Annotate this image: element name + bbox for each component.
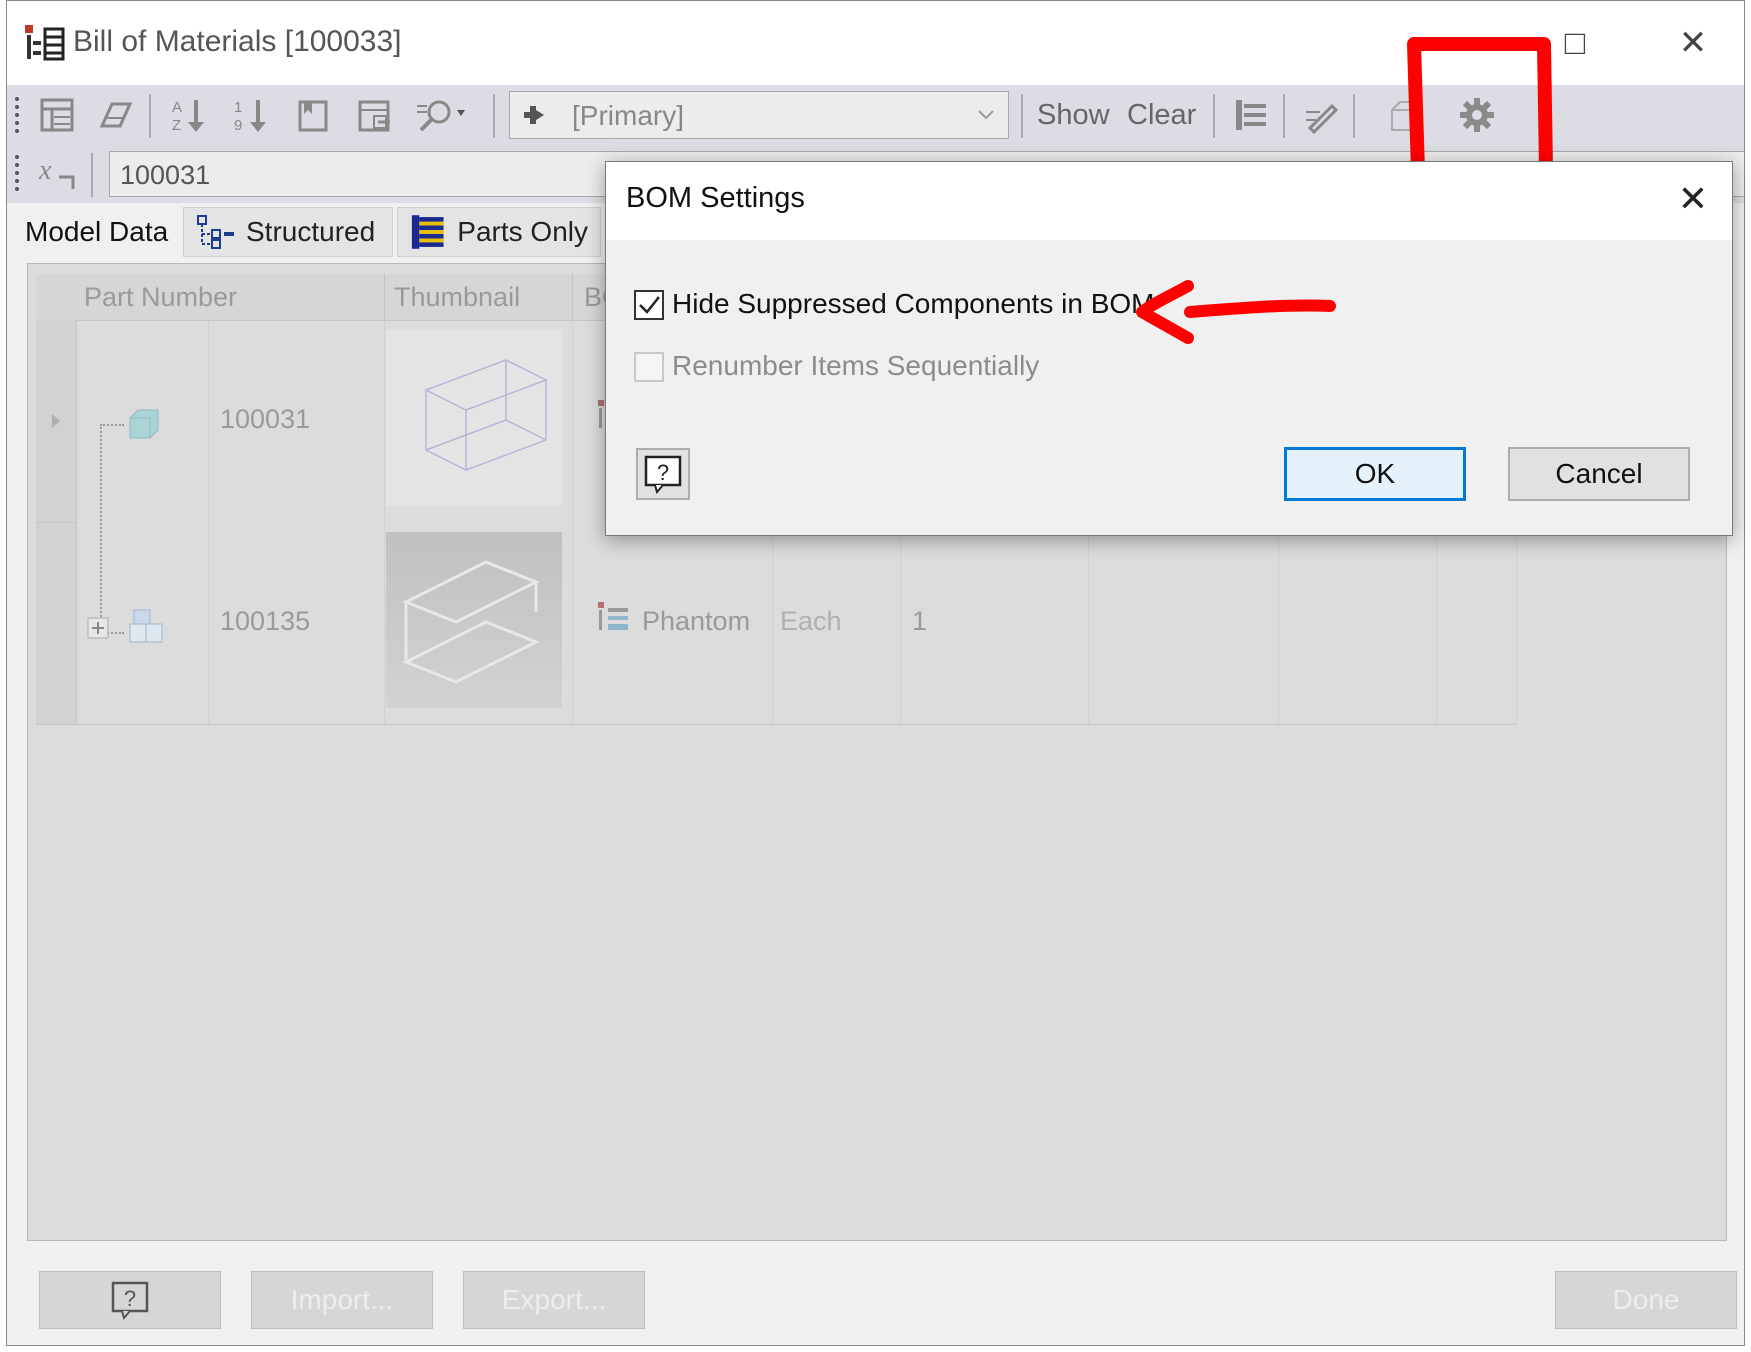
- dialog-title-bar: BOM Settings ✕: [606, 162, 1732, 240]
- close-button[interactable]: ✕: [1665, 21, 1721, 65]
- sort-descending-icon[interactable]: 19: [229, 93, 273, 137]
- qty-cell[interactable]: 1: [912, 606, 927, 637]
- bottom-bar: ? Import... Export... Done: [7, 1257, 1744, 1345]
- expand-plus-icon[interactable]: [86, 616, 110, 640]
- hide-suppressed-checkbox[interactable]: [634, 290, 664, 320]
- structured-tree-icon: [197, 215, 234, 249]
- bom-settings-dialog: BOM Settings ✕ Hide Suppressed Component…: [605, 161, 1733, 536]
- expression-value: 100031: [120, 160, 211, 190]
- toolbar-grip[interactable]: [15, 97, 23, 133]
- toolbar-separator: [1213, 94, 1215, 138]
- toolbar-separator: [493, 94, 495, 138]
- toolbar-separator: [1283, 94, 1285, 138]
- thumbnail-image: [386, 532, 562, 708]
- chevron-down-icon: [978, 110, 994, 120]
- svg-text:Z: Z: [172, 117, 181, 134]
- bookmark-icon[interactable]: [291, 93, 335, 137]
- dialog-title: BOM Settings: [626, 182, 805, 214]
- toolbar-separator: [91, 153, 93, 197]
- svg-text:A: A: [172, 99, 182, 116]
- unit-cell[interactable]: Each: [780, 606, 842, 637]
- bom-structure-cell[interactable]: Phantom: [642, 606, 750, 637]
- view-combo[interactable]: [Primary]: [509, 91, 1009, 139]
- column-divider: [772, 524, 773, 724]
- column-divider: [1436, 524, 1437, 724]
- toolbar-separator: [149, 94, 151, 138]
- column-header-thumbnail[interactable]: Thumbnail: [394, 274, 520, 320]
- parts-list-icon: [411, 215, 444, 249]
- dialog-help-button[interactable]: ?: [636, 448, 690, 500]
- help-button[interactable]: ?: [39, 1271, 221, 1329]
- tab-label: Model Data: [25, 216, 169, 247]
- tab-model-data[interactable]: Model Data: [13, 207, 179, 257]
- svg-text:9: 9: [234, 117, 242, 134]
- column-divider: [572, 320, 573, 724]
- window-title: Bill of Materials [100033]: [73, 25, 402, 58]
- tab-label: Structured: [246, 216, 376, 247]
- export-button[interactable]: Export...: [463, 1271, 645, 1329]
- column-header-part-number[interactable]: Part Number: [84, 274, 237, 320]
- done-button[interactable]: Done: [1555, 1271, 1737, 1329]
- column-divider: [1516, 524, 1517, 724]
- part-number-cell[interactable]: 100135: [220, 606, 310, 637]
- find-icon[interactable]: [411, 93, 475, 137]
- toolbar-grip[interactable]: [15, 155, 23, 191]
- eraser-icon[interactable]: [93, 93, 137, 137]
- row-expand-arrow-icon[interactable]: [50, 412, 62, 430]
- view-rep-icon: [524, 106, 544, 124]
- column-divider: [900, 524, 901, 724]
- tab-parts-only[interactable]: Parts Only: [397, 207, 601, 257]
- row-divider: [36, 724, 1516, 725]
- toolbar-separator: [1021, 94, 1023, 138]
- svg-text:?: ?: [124, 1286, 136, 1311]
- column-divider: [1278, 524, 1279, 724]
- tree-line: [100, 424, 124, 426]
- part-number-cell[interactable]: 100031: [220, 404, 310, 435]
- view-combo-value: [Primary]: [572, 100, 684, 131]
- checkmark-icon: [639, 296, 660, 314]
- toolbar-separator: [1353, 94, 1355, 138]
- sort-ascending-icon[interactable]: AZ: [167, 93, 211, 137]
- edit-icon[interactable]: [1299, 93, 1343, 137]
- column-divider: [384, 320, 385, 724]
- svg-text:?: ?: [657, 460, 669, 485]
- tab-label: Parts Only: [457, 216, 588, 247]
- part-icon: [129, 409, 159, 439]
- svg-text:x: x: [38, 155, 52, 186]
- column-divider: [572, 274, 573, 320]
- tree-line: [100, 424, 102, 632]
- cancel-button[interactable]: Cancel: [1508, 447, 1690, 501]
- bom-table-icon[interactable]: [35, 93, 79, 137]
- column-divider: [1088, 524, 1089, 724]
- clear-button[interactable]: Clear: [1127, 99, 1196, 132]
- column-divider: [208, 320, 209, 724]
- hide-suppressed-label[interactable]: Hide Suppressed Components in BOM: [672, 288, 1154, 320]
- thumbnail-image: [386, 330, 562, 506]
- renumber-items-label: Renumber Items Sequentially: [672, 350, 1040, 381]
- phantom-icon: [598, 602, 628, 630]
- tab-structured[interactable]: Structured: [183, 207, 393, 257]
- ok-button[interactable]: OK: [1284, 447, 1466, 501]
- bom-icon: [25, 25, 65, 61]
- help-icon: ?: [111, 1281, 149, 1320]
- svg-text:1: 1: [234, 99, 242, 116]
- dialog-close-button[interactable]: ✕: [1668, 174, 1718, 224]
- red-arrow-annotation: [1136, 280, 1336, 344]
- help-icon: ?: [644, 455, 682, 494]
- show-button[interactable]: Show: [1037, 99, 1110, 132]
- column-divider: [384, 274, 385, 320]
- renumber-items-checkbox: [634, 352, 664, 382]
- subassembly-icon: [129, 609, 163, 643]
- export-table-icon[interactable]: [353, 93, 397, 137]
- import-button[interactable]: Import...: [251, 1271, 433, 1329]
- row-divider: [36, 522, 76, 523]
- bom-structure-icon[interactable]: [1229, 93, 1273, 137]
- x-subscript-icon[interactable]: x: [35, 151, 79, 195]
